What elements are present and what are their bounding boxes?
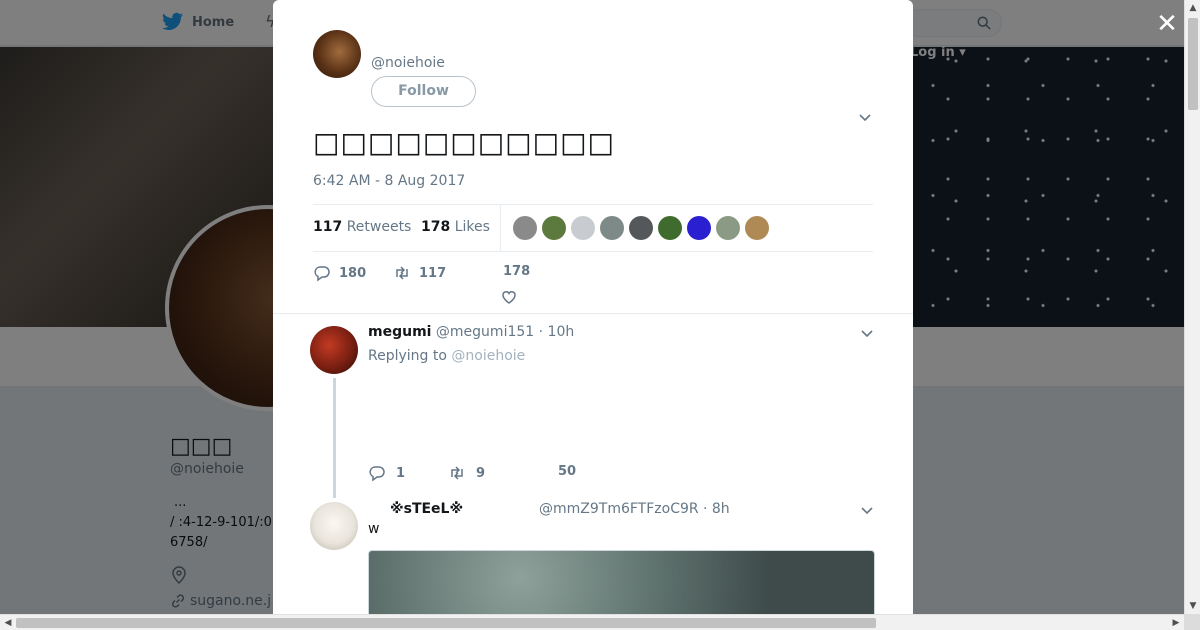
reply-button[interactable]: 1	[368, 464, 405, 482]
scroll-right-icon[interactable]: ▶	[1168, 615, 1184, 630]
chevron-down-icon[interactable]	[860, 326, 874, 340]
likes-label: Likes	[454, 219, 490, 235]
chevron-down-icon[interactable]	[858, 110, 872, 124]
liker-avatar[interactable]	[745, 216, 769, 240]
likes-count: 178	[421, 219, 451, 235]
scroll-left-icon[interactable]: ◀	[0, 615, 16, 630]
liker-avatar[interactable]	[629, 216, 653, 240]
retweet-icon	[451, 466, 463, 480]
divider	[273, 313, 913, 314]
retweets-stat[interactable]: 117 Retweets	[313, 219, 411, 235]
reply-avatar[interactable]	[310, 326, 358, 374]
retweets-count: 117	[313, 219, 343, 235]
author-handle[interactable]: @noiehoie	[371, 55, 445, 71]
retweet-button[interactable]: 117	[393, 264, 446, 282]
tweet-stats: 117 Retweets 178 Likes	[313, 204, 873, 252]
retweet-count: 117	[419, 265, 447, 281]
scroll-down-icon[interactable]: ▼	[1185, 598, 1200, 614]
thread-line	[333, 378, 336, 498]
follow-button[interactable]: Follow	[371, 76, 476, 107]
liker-avatar[interactable]	[600, 216, 624, 240]
liker-avatar[interactable]	[513, 216, 537, 240]
retweet-icon	[396, 266, 408, 280]
reply-author-handle[interactable]: @mmZ9Tm6FTFzoC9R	[539, 501, 699, 517]
reply-count: 1	[396, 465, 406, 481]
reply-icon	[369, 466, 385, 482]
reply-text: w	[368, 521, 380, 537]
likers-avatars	[513, 216, 769, 240]
like-count: 50	[558, 464, 577, 479]
liker-avatar[interactable]	[687, 216, 711, 240]
reply-author-name[interactable]: ※sTEeL※	[390, 501, 463, 517]
retweet-count: 9	[476, 465, 486, 481]
reply-header: megumi @megumi151 · 10h	[368, 324, 574, 340]
liker-avatar[interactable]	[658, 216, 682, 240]
scrollbar-thumb[interactable]	[16, 618, 876, 628]
vertical-scrollbar[interactable]: ▲ ▼	[1184, 0, 1200, 614]
retweet-button[interactable]: 9	[448, 464, 485, 482]
stats-divider	[500, 205, 501, 251]
close-icon[interactable]: ✕	[1155, 11, 1179, 37]
liker-avatar[interactable]	[716, 216, 740, 240]
reply-author-name[interactable]: megumi	[368, 324, 431, 340]
reply-count: 180	[339, 265, 367, 281]
liker-avatar[interactable]	[542, 216, 566, 240]
author-avatar[interactable]	[313, 30, 361, 78]
tweet-text: □□□□□□□□□□□	[313, 126, 616, 159]
liker-avatar[interactable]	[571, 216, 595, 240]
scrollbar-thumb[interactable]	[1188, 18, 1198, 110]
scrollbar-corner	[1184, 614, 1200, 630]
reply-icon	[314, 266, 330, 282]
reply-time[interactable]: · 8h	[703, 501, 730, 517]
horizontal-scrollbar[interactable]: ◀ ▶	[0, 614, 1184, 630]
like-count: 178	[503, 264, 531, 279]
reply-button[interactable]: 180	[313, 264, 366, 282]
like-button[interactable]: 50	[558, 464, 576, 479]
tweet-modal: @noiehoie Follow □□□□□□□□□□□ 6:42 AM - 8…	[273, 0, 913, 614]
likes-stat[interactable]: 178 Likes	[421, 219, 490, 235]
heart-icon[interactable]	[500, 288, 518, 306]
retweets-label: Retweets	[346, 219, 412, 235]
reply-time[interactable]: · 10h	[539, 324, 575, 340]
reply-media-image[interactable]	[368, 550, 875, 614]
replying-to: Replying to @noiehoie	[368, 348, 525, 364]
reply-author-handle[interactable]: @megumi151	[436, 324, 534, 340]
chevron-down-icon[interactable]	[860, 503, 874, 517]
tweet-timestamp[interactable]: 6:42 AM - 8 Aug 2017	[313, 173, 465, 189]
replying-to-link[interactable]: @noiehoie	[451, 348, 525, 364]
reply-avatar[interactable]	[310, 502, 358, 550]
replying-to-label: Replying to	[368, 348, 447, 364]
scroll-up-icon[interactable]: ▲	[1185, 0, 1200, 16]
